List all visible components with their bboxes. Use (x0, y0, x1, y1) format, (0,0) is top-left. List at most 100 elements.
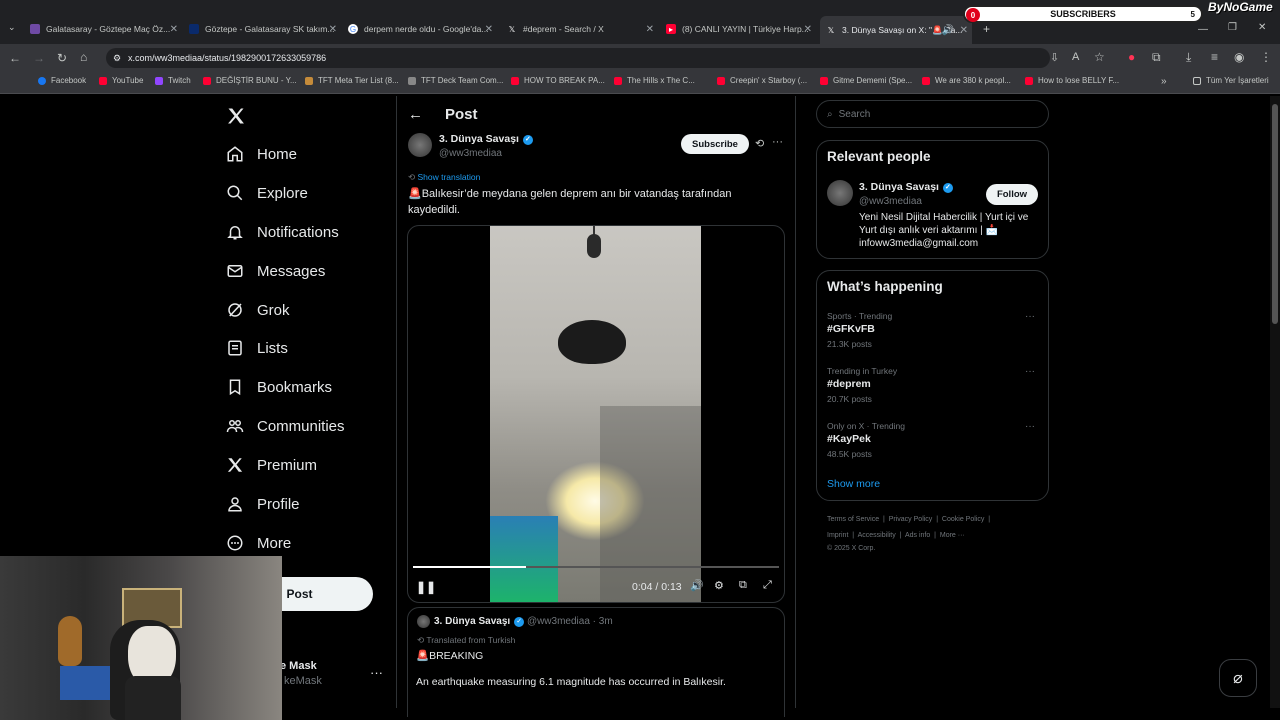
page-scrollbar[interactable] (1270, 96, 1280, 708)
downloads-icon[interactable]: ⤓ (1186, 50, 1191, 65)
nav-home[interactable]: Home (226, 145, 297, 163)
close-window-icon[interactable]: ✕ (1258, 22, 1266, 33)
nav-communities[interactable]: Communities (226, 417, 345, 435)
back-arrow-icon[interactable]: ← (408, 106, 423, 123)
tab-2[interactable]: Göztepe - Galatasaray SK takım... ✕ (189, 20, 337, 38)
grok-floating-icon[interactable]: ⌀ (1219, 659, 1257, 697)
footer-link[interactable]: Cookie Policy (942, 516, 984, 523)
trend-tag[interactable]: #deprem (827, 378, 871, 390)
fullscreen-icon[interactable]: ⤢ (763, 579, 772, 592)
verified-badge-icon: ✓ (522, 135, 533, 145)
x-logo-icon[interactable] (226, 106, 246, 126)
reload-icon[interactable]: ↻ (57, 51, 67, 65)
translate-icon[interactable]: A (1072, 51, 1079, 63)
extensions-icon[interactable]: ⧉ (1152, 50, 1161, 65)
close-tab-icon[interactable]: ✕ (329, 24, 337, 35)
nav-notifications[interactable]: Notifications (226, 223, 339, 241)
picture-in-picture-icon[interactable]: ⧉ (739, 579, 747, 592)
bookmark-item[interactable]: Creepin' x Starboy (... (717, 76, 807, 85)
close-tab-icon[interactable]: ✕ (485, 24, 493, 35)
install-app-icon[interactable]: ⇩ (1050, 51, 1059, 64)
tab-search-menu-icon[interactable]: ≡ (1211, 50, 1218, 64)
bookmark-youtube[interactable]: YouTube (99, 76, 143, 85)
post-more-icon[interactable]: ··· (772, 136, 783, 148)
author-avatar[interactable] (408, 133, 432, 157)
search-box[interactable]: ⌕ Search (816, 100, 1049, 128)
nav-explore[interactable]: Explore (226, 184, 308, 202)
show-more-link[interactable]: Show more (827, 478, 880, 490)
tab-audio-icon[interactable]: 🔊 (942, 25, 954, 36)
nav-grok[interactable]: Grok (226, 301, 290, 319)
grok-post-icon[interactable]: ⟲ (755, 137, 764, 150)
video-progress-track[interactable] (413, 566, 779, 568)
bookmark-label: Tüm Yer İşaretleri (1206, 76, 1269, 85)
nav-lists[interactable]: Lists (226, 339, 288, 357)
close-tab-icon[interactable]: ✕ (170, 24, 178, 35)
tab-4[interactable]: 𝕏 #deprem - Search / X ✕ (507, 20, 654, 38)
relevant-avatar[interactable] (827, 180, 853, 206)
address-bar[interactable]: ⚙ x.com/ww3mediaa/status/1982900172633059… (106, 48, 1050, 68)
scrollbar-thumb[interactable] (1272, 104, 1278, 324)
nav-messages[interactable]: Messages (226, 262, 325, 280)
follow-button[interactable]: Follow (986, 184, 1038, 205)
close-tab-icon[interactable]: ✕ (804, 24, 812, 35)
pause-icon[interactable]: ❚❚ (416, 580, 436, 594)
trend-more-icon[interactable]: ··· (1025, 421, 1035, 432)
volume-icon[interactable]: 🔊 (690, 579, 704, 592)
account-more-icon[interactable]: ··· (370, 665, 383, 680)
profile-avatar-icon[interactable]: ◉ (1234, 50, 1244, 64)
quoted-author-avatar (417, 615, 430, 628)
forward-icon[interactable]: → (33, 51, 45, 65)
minimize-icon[interactable]: — (1198, 24, 1208, 35)
bookmark-item[interactable]: HOW TO BREAK PA... (511, 76, 605, 85)
bookmark-item[interactable]: TFT Deck Team Com... (408, 76, 503, 85)
trend-tag[interactable]: #KayPek (827, 433, 871, 445)
close-tab-icon[interactable]: ✕ (646, 24, 654, 35)
tab-5[interactable]: ▸ (8) CANLI YAYIN | Türkiye Harp... ✕ (666, 20, 812, 38)
show-translation-link[interactable]: ⟲ Show translation (408, 172, 480, 183)
bookmark-item[interactable]: We are 380 k peopl... (922, 76, 1011, 85)
tab-search-icon[interactable]: ⌄ (8, 22, 16, 33)
account-name[interactable]: e Mask (280, 660, 317, 672)
site-info-icon[interactable]: ⚙ (113, 53, 121, 64)
settings-gear-icon[interactable]: ⚙ (714, 579, 724, 592)
author-name-row[interactable]: 3. Dünya Savaşı ✓ (439, 133, 533, 145)
footer-link[interactable]: Terms of Service (827, 516, 879, 523)
nav-profile[interactable]: Profile (226, 495, 300, 513)
footer-link[interactable]: Ads info (905, 532, 930, 539)
footer-link[interactable]: Privacy Policy (889, 516, 933, 523)
nav-more[interactable]: More (226, 534, 291, 552)
browser-menu-icon[interactable]: ⋮ (1260, 50, 1272, 64)
trend-more-icon[interactable]: ··· (1025, 366, 1035, 377)
bookmark-item[interactable]: How to lose BELLY F... (1025, 76, 1119, 85)
subscribe-button[interactable]: Subscribe (681, 134, 749, 154)
video-frame[interactable] (490, 226, 701, 602)
grok-icon (228, 303, 242, 317)
nav-premium[interactable]: Premium (226, 456, 317, 474)
bookmark-item[interactable]: The Hills x The C... (614, 76, 695, 85)
bookmark-star-icon[interactable]: ☆ (1094, 50, 1105, 64)
home-browser-icon[interactable]: ⌂ (80, 50, 87, 64)
maximize-icon[interactable]: ❐ (1228, 22, 1237, 33)
extension-record-icon[interactable]: ● (1128, 50, 1135, 64)
bookmark-item[interactable]: TFT Meta Tier List (8... (305, 76, 399, 85)
bookmark-facebook[interactable]: Facebook (38, 76, 86, 85)
bookmark-item[interactable]: Gitme Dememi (Spe... (820, 76, 912, 85)
close-tab-icon[interactable]: ✕ (960, 25, 968, 36)
tab-1[interactable]: Galatasaray - Göztepe Maç Öz... ✕ (30, 20, 178, 38)
trend-more-icon[interactable]: ··· (1025, 311, 1035, 322)
footer-link[interactable]: Accessibility (858, 532, 896, 539)
trend-tag[interactable]: #GFKvFB (827, 323, 875, 335)
bookmark-item[interactable]: DEĞİŞTİR BUNU - Y... (203, 76, 297, 85)
footer-link[interactable]: Imprint (827, 532, 848, 539)
tab-3[interactable]: Gderpem nerde oldu - Google'da... ✕ (348, 20, 493, 38)
new-tab-icon[interactable]: + (983, 22, 990, 36)
relevant-name-row[interactable]: 3. Dünya Savaşı ✓ (859, 181, 953, 193)
more-bookmarks-icon[interactable]: » (1161, 76, 1167, 87)
nav-bookmarks[interactable]: Bookmarks (226, 378, 332, 396)
footer-link[interactable]: More ··· (940, 532, 965, 539)
back-icon[interactable]: ← (9, 51, 21, 65)
all-bookmarks-folder[interactable]: Tüm Yer İşaretleri (1193, 76, 1269, 85)
bookmark-twitch[interactable]: Twitch (155, 76, 191, 85)
tab-6-active[interactable]: 𝕏 3. Dünya Savaşı on X: "🚨 Ba... 🔊 ✕ (820, 16, 972, 44)
